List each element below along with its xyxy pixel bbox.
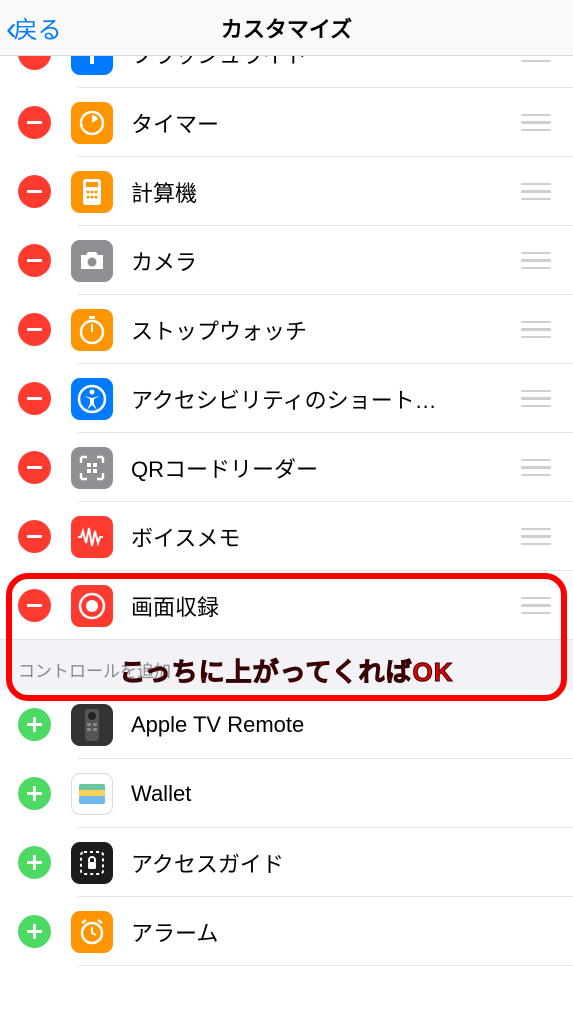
- drag-handle[interactable]: [521, 56, 551, 62]
- list-item: フラッシュライト: [0, 56, 573, 88]
- list-item: QRコードリーダー: [0, 433, 573, 502]
- list-item: Wallet: [0, 759, 573, 828]
- back-label: 戻る: [14, 10, 62, 45]
- item-label: QRコードリーダー: [131, 452, 521, 484]
- wallet-icon: [71, 773, 113, 815]
- list-item: 計算機: [0, 157, 573, 226]
- item-label: アクセシビリティのショート…: [131, 383, 521, 415]
- list-item: ストップウォッチ: [0, 295, 573, 364]
- remove-button[interactable]: [18, 520, 51, 553]
- flashlight-icon: [71, 56, 113, 75]
- item-label: 計算機: [131, 176, 521, 208]
- list-item: ボイスメモ: [0, 502, 573, 571]
- section-header-label: コントロールを追加: [18, 657, 171, 682]
- list-item: アラーム: [0, 897, 573, 966]
- alarm-icon: [71, 911, 113, 953]
- settings-list: フラッシュライト タイマー 計算機 カメラ ストップウォッチ: [0, 56, 573, 966]
- drag-handle[interactable]: [521, 597, 551, 615]
- add-button[interactable]: [18, 708, 51, 741]
- list-item: アクセシビリティのショート…: [0, 364, 573, 433]
- drag-handle[interactable]: [521, 390, 551, 408]
- voice-memo-icon: [71, 516, 113, 558]
- list-item: Apple TV Remote: [0, 690, 573, 759]
- section-header: コントロールを追加: [0, 640, 573, 690]
- stopwatch-icon: [71, 309, 113, 351]
- remove-button[interactable]: [18, 589, 51, 622]
- calculator-icon: [71, 171, 113, 213]
- accessibility-icon: [71, 378, 113, 420]
- tv-remote-icon: [71, 704, 113, 746]
- list-item: カメラ: [0, 226, 573, 295]
- item-label: Wallet: [131, 781, 573, 807]
- guided-access-icon: [71, 842, 113, 884]
- timer-icon: [71, 102, 113, 144]
- item-label: タイマー: [131, 107, 521, 139]
- camera-icon: [71, 240, 113, 282]
- item-label: フラッシュライト: [131, 56, 521, 70]
- list-item: タイマー: [0, 88, 573, 157]
- drag-handle[interactable]: [521, 114, 551, 132]
- drag-handle[interactable]: [521, 459, 551, 477]
- item-label: 画面収録: [131, 590, 521, 622]
- drag-handle[interactable]: [521, 321, 551, 339]
- drag-handle[interactable]: [521, 252, 551, 270]
- remove-button[interactable]: [18, 175, 51, 208]
- item-label: Apple TV Remote: [131, 712, 573, 738]
- item-label: ボイスメモ: [131, 521, 521, 553]
- drag-handle[interactable]: [521, 528, 551, 546]
- add-button[interactable]: [18, 846, 51, 879]
- item-label: ストップウォッチ: [131, 314, 521, 346]
- add-button[interactable]: [18, 777, 51, 810]
- remove-button[interactable]: [18, 451, 51, 484]
- remove-button[interactable]: [18, 382, 51, 415]
- list-item: アクセスガイド: [0, 828, 573, 897]
- item-label: アクセスガイド: [131, 847, 573, 879]
- remove-button[interactable]: [18, 244, 51, 277]
- nav-bar: ‹ 戻る カスタマイズ: [0, 0, 573, 56]
- add-button[interactable]: [18, 915, 51, 948]
- back-button[interactable]: ‹ 戻る: [6, 10, 62, 45]
- item-label: カメラ: [131, 245, 521, 277]
- drag-handle[interactable]: [521, 183, 551, 201]
- list-item: 画面収録: [0, 571, 573, 640]
- remove-button[interactable]: [18, 106, 51, 139]
- remove-button[interactable]: [18, 313, 51, 346]
- screen-record-icon: [71, 585, 113, 627]
- qr-icon: [71, 447, 113, 489]
- remove-button[interactable]: [18, 56, 51, 70]
- item-label: アラーム: [131, 916, 573, 948]
- page-title: カスタマイズ: [221, 12, 352, 44]
